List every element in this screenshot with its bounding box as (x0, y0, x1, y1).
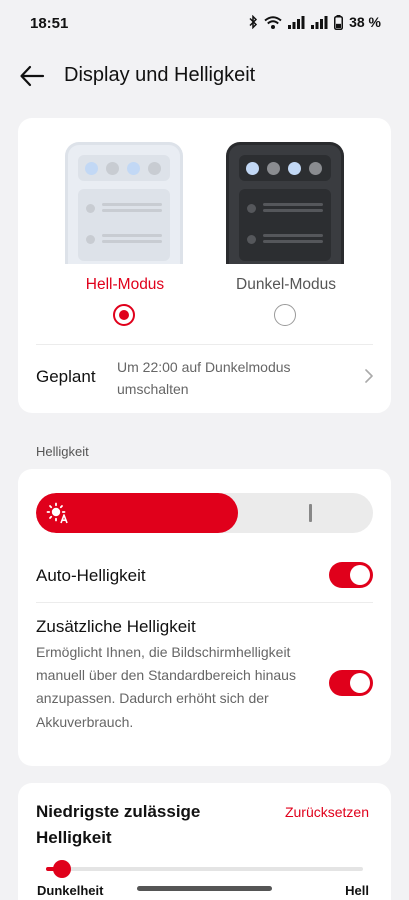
reset-button[interactable]: Zurücksetzen (285, 804, 369, 820)
battery-percent: 38 % (349, 14, 381, 30)
preview-dot-dark-1 (267, 162, 280, 175)
section-label-brightness: Helligkeit (36, 444, 89, 459)
preview-dot-light-2 (127, 162, 140, 175)
min-brightness-knob[interactable] (52, 860, 71, 878)
preview-header (78, 155, 170, 181)
schedule-row[interactable]: Geplant Um 22:00 auf Dunkelmodus umschal… (18, 344, 391, 406)
light-mode-option[interactable] (65, 142, 185, 264)
auto-brightness-toggle[interactable] (329, 562, 373, 588)
preview-dot-light-0 (85, 162, 98, 175)
preview-row (86, 201, 162, 217)
dark-mode-radio[interactable] (274, 304, 296, 326)
auto-brightness-label: Auto-Helligkeit (36, 566, 146, 585)
brightness-slider-mark (309, 504, 312, 522)
page-title: Display und Helligkeit (64, 64, 256, 86)
extra-brightness-label: Zusätzliche Helligkeit (36, 617, 196, 636)
min-brightness-card: Niedrigste zulässige Helligkeit Zurückse… (18, 783, 391, 900)
preview-dot-dark-3 (309, 162, 322, 175)
preview-dot-light-3 (148, 162, 161, 175)
light-mode-label[interactable]: Hell-Modus (65, 276, 185, 294)
theme-card: Hell-Modus Dunkel-Modus Geplant Um 22:00… (18, 118, 391, 413)
min-brightness-right-label: Hell (345, 883, 369, 898)
light-mode-radio[interactable] (113, 304, 135, 326)
divider (36, 602, 373, 603)
schedule-label: Geplant (36, 367, 96, 386)
preview-row (247, 232, 323, 248)
light-mode-preview[interactable] (65, 142, 183, 264)
dark-mode-option[interactable] (226, 142, 346, 264)
min-brightness-slider[interactable] (46, 860, 363, 878)
extra-brightness-description: Ermöglicht Ihnen, die Bildschirmhelligke… (36, 644, 296, 730)
home-indicator[interactable] (137, 886, 272, 891)
min-brightness-left-label: Dunkelheit (37, 883, 104, 898)
status-bar: 18:51 38 % (0, 0, 409, 48)
preview-header (239, 155, 331, 181)
dark-mode-preview[interactable] (226, 142, 344, 264)
battery-fill (336, 23, 342, 28)
status-icons: 38 % (248, 14, 381, 30)
signal-icon (288, 15, 305, 29)
signal-icon (311, 15, 328, 29)
preview-dot-dark-0 (246, 162, 259, 175)
preview-dot-light-1 (106, 162, 119, 175)
back-arrow-icon[interactable] (18, 62, 46, 90)
auto-brightness-icon (46, 502, 68, 524)
brightness-card: Auto-Helligkeit Zusätzliche Helligkeit E… (18, 469, 391, 766)
min-brightness-title: Niedrigste zulässige Helligkeit (36, 802, 201, 847)
status-time: 18:51 (30, 15, 69, 32)
preview-list (239, 189, 331, 261)
chevron-right-icon (365, 369, 373, 383)
dark-mode-label[interactable]: Dunkel-Modus (226, 276, 346, 294)
preview-list (78, 189, 170, 261)
bluetooth-icon (249, 15, 258, 29)
extra-brightness-toggle[interactable] (329, 670, 373, 696)
brightness-slider[interactable] (36, 493, 373, 533)
preview-dot-dark-2 (288, 162, 301, 175)
schedule-value: Um 22:00 auf Dunkelmodus umschalten (117, 359, 291, 397)
preview-row (247, 201, 323, 217)
battery-icon (334, 14, 344, 30)
preview-row (86, 232, 162, 248)
header: Display und Helligkeit (0, 52, 409, 98)
wifi-icon (264, 15, 282, 29)
